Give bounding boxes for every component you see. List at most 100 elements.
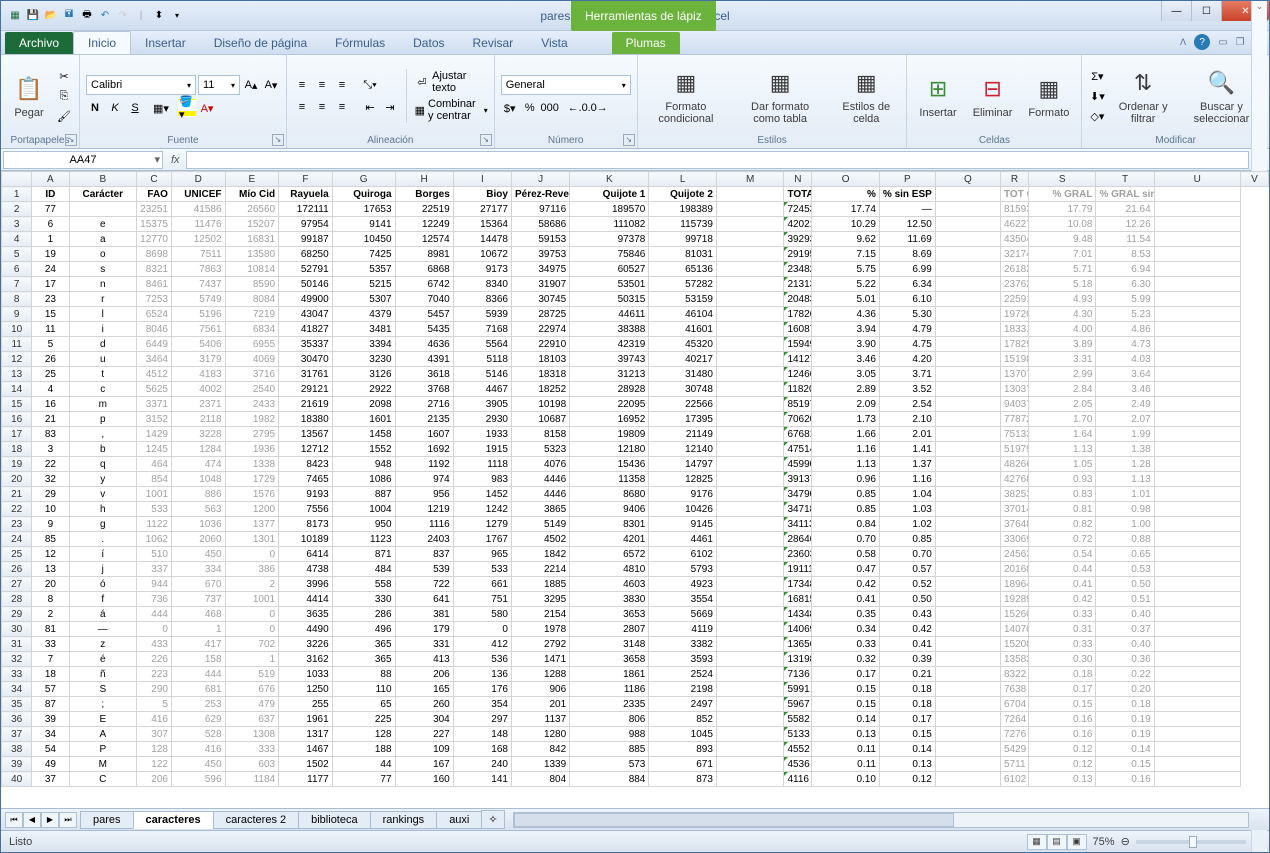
cell[interactable]: 151984	[1001, 352, 1029, 367]
cell[interactable]: 10	[32, 502, 69, 517]
cell[interactable]: 3226	[279, 637, 333, 652]
cell[interactable]: 19809	[570, 427, 649, 442]
cell[interactable]: 444	[171, 667, 225, 682]
cell[interactable]: 4810	[570, 562, 649, 577]
cell[interactable]: 1729	[225, 472, 279, 487]
cell[interactable]	[716, 247, 784, 262]
cell[interactable]: 8698	[137, 247, 172, 262]
cell[interactable]: 297	[453, 712, 511, 727]
cell[interactable]	[935, 712, 1000, 727]
cell[interactable]: 1048	[171, 472, 225, 487]
cell[interactable]: 234827	[784, 262, 812, 277]
cell[interactable]: 670	[171, 577, 225, 592]
cell[interactable]: 20	[32, 577, 69, 592]
cell[interactable]: UNICEF	[171, 187, 225, 202]
cell[interactable]: 5.99	[1096, 292, 1154, 307]
cell[interactable]	[716, 412, 784, 427]
cell[interactable]: 53501	[570, 277, 649, 292]
cell[interactable]: 304	[395, 712, 453, 727]
col-header-A[interactable]: A	[32, 172, 69, 187]
cell[interactable]: 21.64	[1096, 202, 1154, 217]
cell[interactable]: 0.41	[812, 592, 880, 607]
cell[interactable]: 4	[32, 382, 69, 397]
cell[interactable]	[935, 547, 1000, 562]
cell[interactable]: 11	[32, 322, 69, 337]
cell[interactable]: 3635	[279, 607, 333, 622]
cell[interactable]: 3768	[395, 382, 453, 397]
cell[interactable]: 724535	[784, 202, 812, 217]
align-right-icon[interactable]: ≡	[333, 98, 351, 116]
cell[interactable]: 67681	[784, 427, 812, 442]
cell[interactable]: .	[69, 532, 137, 547]
cell[interactable]	[1154, 757, 1240, 772]
cell[interactable]: 468	[171, 607, 225, 622]
cell[interactable]: 17653	[332, 202, 395, 217]
cell[interactable]: 1280	[511, 727, 569, 742]
cell[interactable]	[716, 472, 784, 487]
maximize-button[interactable]: ☐	[1191, 1, 1221, 21]
cell[interactable]: 3.05	[812, 367, 880, 382]
cell[interactable]: 5323	[511, 442, 569, 457]
cell[interactable]: 1	[225, 652, 279, 667]
cell[interactable]: 54	[32, 742, 69, 757]
cell[interactable]: 99187	[279, 232, 333, 247]
cell[interactable]: 3382	[649, 637, 717, 652]
cell[interactable]: 4379	[332, 307, 395, 322]
cell[interactable]: 5149	[511, 517, 569, 532]
cell[interactable]: 1936	[225, 442, 279, 457]
cell[interactable]: 5582	[784, 712, 812, 727]
cell[interactable]	[1154, 247, 1240, 262]
cell[interactable]: 25	[32, 367, 69, 382]
cell[interactable]	[935, 637, 1000, 652]
cell[interactable]: 12	[32, 547, 69, 562]
tab-datos[interactable]: Datos	[399, 32, 458, 54]
row-header[interactable]: 32	[2, 652, 32, 667]
cell[interactable]: 671	[649, 757, 717, 772]
cell[interactable]: 5991	[784, 682, 812, 697]
cell[interactable]: 1279	[453, 517, 511, 532]
cell[interactable]: 223	[137, 667, 172, 682]
cell[interactable]: 804	[511, 772, 569, 787]
cell[interactable]: 5967	[784, 697, 812, 712]
cell[interactable]: 88	[332, 667, 395, 682]
cell[interactable]: 109	[395, 742, 453, 757]
cell[interactable]: 65	[332, 697, 395, 712]
tab-inicio[interactable]: Inicio	[73, 31, 131, 54]
cell[interactable]: 4.30	[1028, 307, 1096, 322]
cell[interactable]: 988	[570, 727, 649, 742]
row-header[interactable]: 37	[2, 727, 32, 742]
ribbon-opts-icon[interactable]: ▭	[1218, 37, 1227, 48]
cell[interactable]: 837	[395, 547, 453, 562]
cell[interactable]: 8590	[225, 277, 279, 292]
dialog-launcher-icon[interactable]: ↘	[65, 134, 77, 146]
cell[interactable]: 18103	[511, 352, 569, 367]
cell[interactable]: 8.53	[1096, 247, 1154, 262]
cell[interactable]: 2214	[511, 562, 569, 577]
cell[interactable]: 8301	[570, 517, 649, 532]
col-header-U[interactable]: U	[1154, 172, 1240, 187]
cell[interactable]	[716, 487, 784, 502]
cell[interactable]: 412	[453, 637, 511, 652]
cell[interactable]: r	[69, 292, 137, 307]
cell[interactable]: 6.99	[879, 262, 935, 277]
cell[interactable]	[935, 262, 1000, 277]
cell[interactable]: 22095	[570, 397, 649, 412]
cell[interactable]: 5711	[1001, 757, 1029, 772]
cell[interactable]: 111082	[570, 217, 649, 232]
cell[interactable]	[716, 442, 784, 457]
cell[interactable]: 5939	[453, 307, 511, 322]
cell[interactable]: 381	[395, 607, 453, 622]
cell[interactable]: 433	[137, 637, 172, 652]
cell[interactable]: 0.14	[879, 742, 935, 757]
cell[interactable]: 41601	[649, 322, 717, 337]
cell[interactable]: 1284	[171, 442, 225, 457]
cell[interactable]: 474	[171, 457, 225, 472]
cell[interactable]	[716, 217, 784, 232]
cell[interactable]: 4414	[279, 592, 333, 607]
fill-icon[interactable]: ⬇▾	[1088, 87, 1106, 105]
cell[interactable]: 2792	[511, 637, 569, 652]
cell[interactable]: 59153	[511, 232, 569, 247]
cell[interactable]: 1.00	[1096, 517, 1154, 532]
cell[interactable]: 30470	[279, 352, 333, 367]
sheet-nav-last[interactable]: ⏭	[59, 812, 77, 828]
